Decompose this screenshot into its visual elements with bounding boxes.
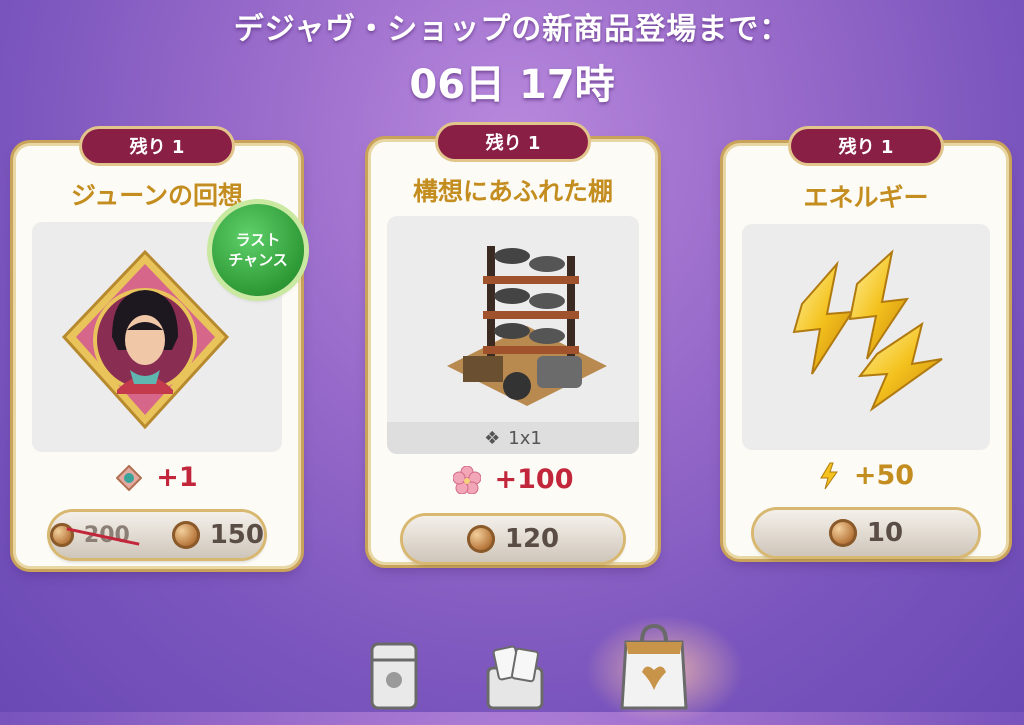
old-price: 200 — [83, 522, 130, 548]
energy-bolts-icon — [792, 249, 943, 412]
size-strip: ❖ 1x1 — [387, 422, 639, 454]
offer-title: エネルギー — [803, 183, 929, 212]
price-value: 10 — [866, 518, 904, 548]
offer-card-energy[interactable]: 残り 1 エネルギー +50 10 — [726, 129, 1006, 556]
lightning-icon — [820, 462, 838, 489]
offer-reward: +100 — [371, 464, 655, 495]
offer-image: ❖ 1x1 — [387, 216, 639, 454]
price-value: 120 — [504, 524, 560, 554]
remaining-badge: 残り 1 — [791, 129, 941, 163]
buy-button[interactable]: 200 150 — [50, 512, 264, 558]
coin-icon — [466, 525, 495, 553]
shop-header: デジャヴ・ショップの新商品登場まで： 06日 17時 — [0, 0, 1024, 110]
card-pack-icon[interactable] — [366, 638, 422, 712]
offer-reward: +1 — [16, 462, 298, 493]
memory-gem-icon — [116, 464, 143, 491]
shop-bag-icon[interactable] — [614, 620, 694, 712]
restock-label: デジャヴ・ショップの新商品登場まで： — [233, 12, 791, 47]
buy-button[interactable]: 10 — [754, 510, 978, 556]
last-chance-line1: ラスト — [235, 231, 281, 249]
coin-icon — [171, 521, 200, 549]
restock-timer: 06日 17時 — [409, 62, 615, 108]
offer-card-idea-shelf[interactable]: 残り 1 構想にあふれた棚 ❖ 1x1 +100 120 — [371, 125, 655, 562]
price-value: 150 — [209, 520, 264, 550]
remaining-badge: 残り 1 — [82, 129, 232, 163]
tile-size-icon: ❖ — [484, 427, 501, 449]
coin-icon — [50, 523, 74, 547]
remaining-badge: 残り 1 — [438, 125, 588, 159]
offer-title: 構想にあふれた棚 — [412, 177, 613, 206]
buy-button[interactable]: 120 — [403, 516, 623, 562]
film-shelf-icon — [447, 246, 607, 406]
reward-amount: +50 — [853, 460, 915, 491]
last-chance-badge: ラスト チャンス — [212, 204, 304, 296]
offer-image — [742, 224, 990, 450]
size-label: 1x1 — [508, 427, 542, 449]
bottom-dock — [0, 612, 1024, 712]
offer-reward: +50 — [726, 460, 1006, 491]
last-chance-line2: チャンス — [228, 251, 288, 269]
flower-icon — [452, 465, 481, 494]
coin-icon — [828, 519, 857, 547]
reward-amount: +100 — [494, 464, 574, 495]
offer-card-june-memory[interactable]: 残り 1 ジューンの回想 ラスト チャンス +1 200 150 — [16, 129, 304, 566]
reward-amount: +1 — [156, 462, 198, 493]
card-box-icon[interactable] — [482, 640, 548, 712]
